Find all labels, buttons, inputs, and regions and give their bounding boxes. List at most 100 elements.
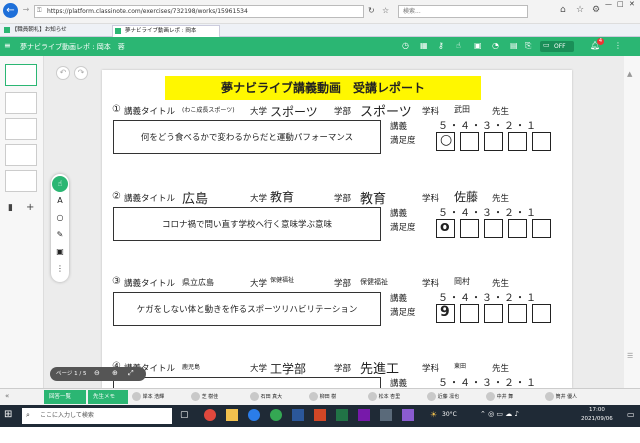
teacher-memo-tab[interactable]: 先生メモ (88, 390, 128, 404)
student-item[interactable]: 柳田 樹 (309, 391, 336, 404)
scroll-up-icon[interactable]: ▲ (627, 70, 632, 78)
rating-box[interactable] (532, 132, 551, 151)
address-bar[interactable]: https://platform.classinote.com/exercise… (34, 5, 364, 18)
worksheet-title: 夢ナビライブ講義動画 受講レポート (165, 76, 481, 100)
student-name: 石田 真大 (260, 394, 283, 400)
summary-box[interactable]: コロナ禍で問い直す学校へ行く意味学ぶ意味 (113, 207, 381, 241)
thumb-icon[interactable]: ☝ (456, 41, 461, 50)
page-thumbnails: ▮ + (0, 56, 44, 388)
page-icon[interactable]: ▮ (8, 203, 13, 213)
collapse-icon[interactable]: « (5, 392, 9, 400)
lock-app-icon[interactable]: ⚷ (438, 41, 444, 50)
undo-icon[interactable]: ↶ (56, 66, 70, 80)
close-icon[interactable]: ✕ (629, 0, 635, 8)
image-tool-icon[interactable]: ▣ (52, 247, 68, 256)
student-item[interactable]: 近藤 凛也 (427, 391, 459, 404)
page-thumbnail[interactable] (5, 64, 37, 86)
app-icon-explorer[interactable] (226, 409, 238, 421)
notification-center-icon[interactable]: ▭ (627, 410, 635, 419)
rating-scale: ５・４・３・２・１ (438, 208, 537, 219)
app-icon-settings[interactable] (380, 409, 392, 421)
maximize-icon[interactable]: □ (617, 0, 624, 8)
rating-box[interactable] (508, 132, 527, 151)
page-thumbnail[interactable] (5, 144, 37, 166)
add-page-icon[interactable]: + (26, 202, 34, 213)
student-item[interactable]: 中井 舞 (486, 391, 513, 404)
forward-icon[interactable]: → (21, 5, 31, 14)
app-icon-chrome[interactable] (270, 409, 282, 421)
zoom-in-icon[interactable]: ⊕ (112, 369, 118, 377)
link-icon[interactable]: ⎘ (525, 41, 531, 51)
taskbar-search[interactable]: ここに入力して検索 (22, 408, 172, 424)
fit-icon[interactable]: ⤢ (128, 369, 134, 378)
history-icon[interactable]: ◷ (402, 41, 409, 50)
broadcast-icon[interactable]: ▦ (420, 41, 428, 50)
rating-box[interactable] (460, 132, 479, 151)
zoom-out-icon[interactable]: ⊖ (94, 369, 100, 377)
more-tools-icon[interactable]: ⋮ (52, 264, 68, 273)
answers-tab-label: 回答一覧 (49, 394, 72, 400)
list-icon[interactable]: ☰ (627, 352, 633, 360)
app-icon-excel[interactable] (336, 409, 348, 421)
student-item[interactable]: 岸本 浩輝 (132, 391, 164, 404)
task-view-icon[interactable]: ▢ (180, 410, 189, 420)
summary-box[interactable]: 何をどう食べるかで変わるからだと運動パフォーマンス (113, 120, 381, 154)
hand-tool-icon[interactable]: ☝ (52, 176, 68, 192)
pen-tool-icon[interactable]: ✎ (52, 230, 68, 239)
timer-icon[interactable]: ◔ (492, 41, 499, 50)
favorite-link[interactable]: 【職員朝礼】お知らせ (4, 26, 67, 35)
menu-icon[interactable]: ≡ (4, 41, 11, 50)
favorites-icon[interactable]: ☆ (576, 5, 584, 15)
shape-tool-icon[interactable]: ○ (52, 213, 68, 222)
text-tool-icon[interactable]: A (52, 196, 68, 205)
minimize-icon[interactable]: — (605, 0, 612, 8)
rating-box[interactable] (484, 304, 503, 323)
rating-box[interactable] (484, 219, 503, 238)
student-item[interactable]: 松本 杏里 (368, 391, 400, 404)
faculty-handwritten: 工学部 (270, 362, 307, 376)
rating-box[interactable] (532, 219, 551, 238)
lecture-row: ② 講義タイトル 広島 大学 教育 学部 教育 学科 佐藤 先生 コロナ禍で問い… (102, 190, 572, 273)
app-icon-powerpoint[interactable] (314, 409, 326, 421)
browser-search-input[interactable]: 検索... (398, 5, 528, 18)
rating-box[interactable] (484, 132, 503, 151)
student-item[interactable]: 筒井 優人 (545, 391, 577, 404)
back-icon[interactable]: ← (3, 3, 18, 18)
favorite-label: 【職員朝礼】お知らせ (11, 27, 67, 33)
teacher-memo-label: 先生メモ (93, 394, 116, 400)
redo-icon[interactable]: ↷ (74, 66, 88, 80)
faculty-suffix: 学部 (334, 194, 352, 204)
app-icon-onenote[interactable] (358, 409, 370, 421)
tray-icons[interactable]: ⌃ ◎ ▭ ☁ ♪ (480, 410, 519, 418)
rating-box[interactable] (508, 219, 527, 238)
answers-tab[interactable]: 回答一覧 (44, 390, 86, 404)
student-item[interactable]: 石田 真大 (250, 391, 282, 404)
summary-box[interactable]: ケガをしない体と動きを作るスポーツリハビリテーション (113, 292, 381, 326)
refresh-icon[interactable]: ↻ (368, 6, 375, 15)
app-icon-teams[interactable] (204, 409, 216, 421)
satisfaction-label: 満足度 (390, 136, 416, 146)
page-thumbnail[interactable] (5, 92, 37, 114)
rating-box[interactable] (460, 304, 479, 323)
app-icon-photos[interactable] (402, 409, 414, 421)
settings-icon[interactable]: ⚙ (592, 5, 600, 15)
star-icon[interactable]: ☆ (382, 6, 389, 15)
rating-box[interactable] (460, 219, 479, 238)
more-icon[interactable]: ⋮ (614, 41, 622, 50)
home-icon[interactable]: ⌂ (560, 5, 566, 15)
app-icon-edge[interactable] (248, 409, 260, 421)
department-handwritten: 先進工 (360, 362, 400, 377)
app-icon-word[interactable] (292, 409, 304, 421)
windows-start-icon[interactable]: ⊞ (4, 409, 12, 420)
display-icon: ▭ (543, 41, 550, 49)
rating-box[interactable] (508, 304, 527, 323)
university-suffix: 大学 (250, 279, 268, 289)
page-thumbnail[interactable] (5, 170, 37, 192)
teacher-handwritten: 岡村 (454, 277, 470, 286)
chart-icon[interactable]: ▤ (510, 41, 518, 50)
image-icon[interactable]: ▣ (474, 41, 482, 50)
rating-box[interactable] (532, 304, 551, 323)
student-item[interactable]: 芝 樹佳 (191, 391, 218, 404)
page-thumbnail[interactable] (5, 118, 37, 140)
browser-tab[interactable]: 夢ナビライブ動画レポ : 岡本 (112, 25, 220, 37)
